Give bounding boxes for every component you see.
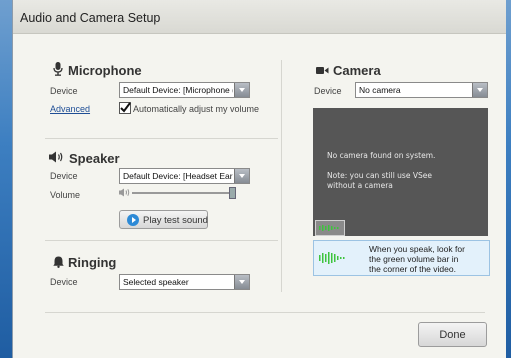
advanced-link[interactable]: Advanced — [50, 104, 90, 114]
play-icon — [127, 214, 139, 226]
camera-heading: Camera — [333, 63, 381, 78]
microphone-device-value: Default Device: [Microphone (Sou — [123, 85, 233, 95]
camera-device-value: No camera — [359, 85, 401, 95]
play-test-sound-label: Play test sound — [143, 215, 208, 226]
chevron-down-icon — [472, 83, 487, 97]
ringing-device-label: Device — [50, 277, 78, 287]
ringing-device-value: Selected speaker — [123, 277, 189, 287]
camera-preview: No camera found on system. Note: you can… — [313, 108, 488, 236]
video-camera-icon — [316, 67, 329, 74]
play-test-sound-button[interactable]: Play test sound — [119, 210, 208, 229]
speaker-heading: Speaker — [69, 151, 120, 166]
auto-adjust-checkbox[interactable] — [119, 102, 131, 114]
footer-divider — [45, 312, 485, 313]
volume-indicator — [315, 220, 345, 236]
camera-device-select[interactable]: No camera — [355, 82, 488, 98]
camera-tip-box: When you speak, look for the green volum… — [313, 240, 490, 276]
speaker-device-label: Device — [50, 171, 78, 181]
section-divider — [45, 240, 278, 241]
camera-device-label: Device — [314, 86, 342, 96]
done-label: Done — [439, 329, 466, 341]
volume-bar-icon — [319, 225, 339, 231]
ringing-device-select[interactable]: Selected speaker — [119, 274, 250, 290]
desktop-background-left — [0, 0, 12, 358]
volume-slider-thumb[interactable] — [229, 187, 236, 199]
microphone-device-label: Device — [50, 86, 78, 96]
window-title: Audio and Camera Setup — [20, 11, 161, 25]
ringing-heading: Ringing — [68, 255, 117, 270]
volume-bar-icon — [319, 252, 345, 264]
speaker-device-select[interactable]: Default Device: [Headset Earphone — [119, 168, 250, 184]
tip-line3: the corner of the video. — [369, 264, 456, 274]
chevron-down-icon — [234, 83, 249, 97]
microphone-heading: Microphone — [68, 63, 142, 78]
volume-icon — [119, 188, 130, 197]
chevron-down-icon — [234, 275, 249, 289]
volume-label: Volume — [50, 190, 81, 200]
setup-dialog: Audio and Camera Setup Microphone Device… — [12, 0, 506, 358]
chevron-down-icon — [234, 169, 249, 183]
camera-note-line1: Note: you can still use VSee — [327, 171, 432, 180]
title-bar[interactable]: Audio and Camera Setup — [13, 0, 506, 34]
speaker-device-value: Default Device: [Headset Earphone — [123, 171, 233, 181]
column-divider — [281, 60, 282, 292]
tip-line1: When you speak, look for — [369, 244, 465, 254]
section-divider — [45, 138, 278, 139]
speaker-icon — [49, 151, 63, 163]
microphone-device-select[interactable]: Default Device: [Microphone (Sou — [119, 82, 250, 98]
auto-adjust-label: Automatically adjust my volume — [133, 104, 260, 114]
no-camera-message: No camera found on system. — [327, 151, 436, 160]
microphone-icon — [53, 62, 63, 76]
tip-line2: the green volume bar in — [369, 254, 459, 264]
checkmark-icon — [120, 102, 131, 113]
volume-slider-track[interactable] — [132, 192, 234, 194]
done-button[interactable]: Done — [418, 322, 487, 347]
camera-note-line2: without a camera — [327, 181, 393, 190]
bell-icon — [53, 256, 64, 268]
